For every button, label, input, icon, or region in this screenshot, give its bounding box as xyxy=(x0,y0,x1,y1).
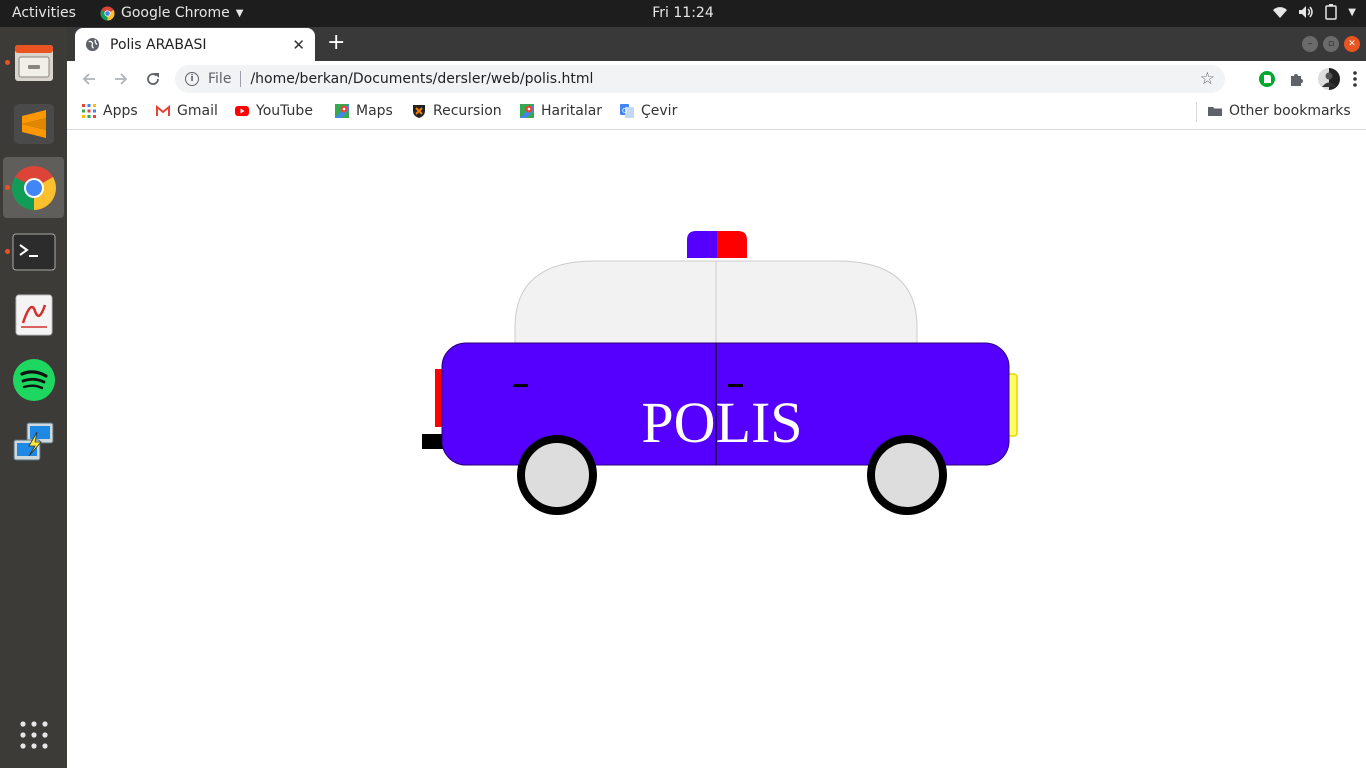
bookmark-label: YouTube xyxy=(256,103,313,119)
dock-item-terminal[interactable] xyxy=(3,221,64,282)
folder-icon xyxy=(1208,107,1222,116)
bookmark-label: Çevir xyxy=(641,103,678,119)
reload-button[interactable] xyxy=(142,68,164,90)
spotify-icon xyxy=(12,358,55,401)
bookmarks-divider xyxy=(1196,102,1197,122)
bookmark-label: Apps xyxy=(103,103,138,119)
kebab-menu-icon[interactable] xyxy=(1352,70,1358,88)
siren-left xyxy=(687,231,717,258)
new-tab-button[interactable]: + xyxy=(327,32,345,54)
wifi-icon xyxy=(1273,7,1288,18)
browser-toolbar: i File /home/berkan/Documents/dersler/we… xyxy=(67,61,1366,97)
other-bookmarks[interactable]: Other bookmarks xyxy=(1208,103,1351,119)
door-handle-rear xyxy=(513,384,528,387)
forward-button[interactable] xyxy=(110,68,132,90)
youtube-icon xyxy=(235,106,249,116)
chrome-icon xyxy=(11,165,56,210)
bookmark-recursion[interactable]: Recursion xyxy=(412,103,502,119)
minimize-button[interactable]: – xyxy=(1302,36,1318,52)
globe-icon xyxy=(85,37,100,52)
bookmark-maps[interactable]: Maps xyxy=(335,103,393,119)
wheel-rear xyxy=(517,435,597,515)
file-cabinet-icon xyxy=(14,44,53,81)
arrow-left-icon xyxy=(82,73,95,85)
bookmark-label: Recursion xyxy=(433,103,502,119)
bookmark-label: Gmail xyxy=(177,103,218,119)
bookmark-haritalar[interactable]: Haritalar xyxy=(520,103,602,119)
puzzle-icon[interactable] xyxy=(1288,70,1306,88)
remote-desktop-icon xyxy=(13,422,53,460)
tab-title: Polis ARABASI xyxy=(110,36,207,53)
scheme-label: File xyxy=(208,71,232,87)
svg-text:G: G xyxy=(622,107,627,115)
reload-icon xyxy=(147,73,159,85)
back-button[interactable] xyxy=(78,68,100,90)
top-bar: Activities Google Chrome ▼ Fri 11:24 ▼ xyxy=(0,0,1366,27)
chrome-icon xyxy=(100,5,115,21)
dock-item-sublime-text[interactable] xyxy=(3,93,64,154)
bookmarks-bar: Apps Gmail YouTube Maps Recursion Harita… xyxy=(67,97,1366,130)
sublime-icon xyxy=(13,103,54,144)
bookmark-cevir[interactable]: G Çevir xyxy=(620,103,677,119)
arrow-right-icon xyxy=(115,73,128,85)
running-indicator xyxy=(5,185,10,190)
dock-item-remote-desktop[interactable] xyxy=(3,412,64,473)
dock xyxy=(0,27,67,768)
siren-right xyxy=(717,231,747,258)
gmail-icon xyxy=(156,104,170,116)
avatar[interactable] xyxy=(1318,68,1340,90)
close-icon[interactable]: ✕ xyxy=(292,36,305,54)
extensions-area xyxy=(1258,68,1358,90)
activities-button[interactable]: Activities xyxy=(12,5,76,21)
shield-icon xyxy=(413,105,425,118)
bookmark-label: Haritalar xyxy=(541,103,603,119)
door-handle-front xyxy=(728,384,743,387)
omnibox-divider xyxy=(240,71,242,87)
volume-icon xyxy=(1299,6,1314,18)
tab-polis-arabasi[interactable]: Polis ARABASI ✕ xyxy=(75,28,315,61)
maximize-button[interactable]: ▫ xyxy=(1323,36,1339,52)
app-menu[interactable]: Google Chrome ▼ xyxy=(100,5,243,21)
car-text: POLIS xyxy=(641,390,802,455)
info-icon[interactable]: i xyxy=(185,72,199,86)
grid-icon xyxy=(19,720,48,749)
bookmark-star-icon[interactable]: ☆ xyxy=(1200,69,1215,89)
running-indicator xyxy=(5,60,10,65)
bookmark-youtube[interactable]: YouTube xyxy=(235,103,313,119)
chevron-down-icon: ▼ xyxy=(1348,6,1356,18)
battery-icon xyxy=(1325,4,1338,20)
page-content: POLIS xyxy=(67,130,1366,768)
tab-strip: Polis ARABASI ✕ + – ▫ ✕ xyxy=(67,27,1366,61)
running-indicator xyxy=(5,249,10,254)
apps-grid-icon xyxy=(82,104,96,118)
dock-item-spotify[interactable] xyxy=(3,349,64,410)
system-tray[interactable]: ▼ xyxy=(1272,4,1356,20)
dock-item-files[interactable] xyxy=(3,32,64,93)
dock-item-document-viewer[interactable] xyxy=(3,284,64,345)
wheel-front xyxy=(867,435,947,515)
other-bookmarks-label: Other bookmarks xyxy=(1229,103,1351,119)
translate-icon: G xyxy=(620,104,634,118)
app-menu-label: Google Chrome xyxy=(121,5,230,21)
rear-bumper xyxy=(422,434,444,449)
terminal-icon xyxy=(12,233,55,270)
bookmark-gmail[interactable]: Gmail xyxy=(156,103,218,119)
url-text[interactable]: /home/berkan/Documents/dersler/web/polis… xyxy=(250,71,593,87)
address-bar[interactable]: i File /home/berkan/Documents/dersler/we… xyxy=(175,65,1225,93)
evernote-icon[interactable] xyxy=(1258,70,1276,88)
window-controls: – ▫ ✕ xyxy=(1302,36,1360,52)
bookmark-apps[interactable]: Apps xyxy=(82,103,138,119)
maps-pin-icon xyxy=(520,104,534,118)
maps-pin-icon xyxy=(335,104,349,118)
close-window-button[interactable]: ✕ xyxy=(1344,36,1360,52)
show-applications-button[interactable] xyxy=(3,704,64,765)
chevron-down-icon: ▼ xyxy=(235,7,244,19)
pdf-viewer-icon xyxy=(15,294,52,335)
bookmark-label: Maps xyxy=(356,103,393,119)
police-car: POLIS xyxy=(422,231,1018,515)
browser-window: Polis ARABASI ✕ + – ▫ ✕ i File /home/ber… xyxy=(67,27,1366,768)
clock[interactable]: Fri 11:24 xyxy=(652,5,713,21)
dock-item-chrome[interactable] xyxy=(3,157,64,218)
